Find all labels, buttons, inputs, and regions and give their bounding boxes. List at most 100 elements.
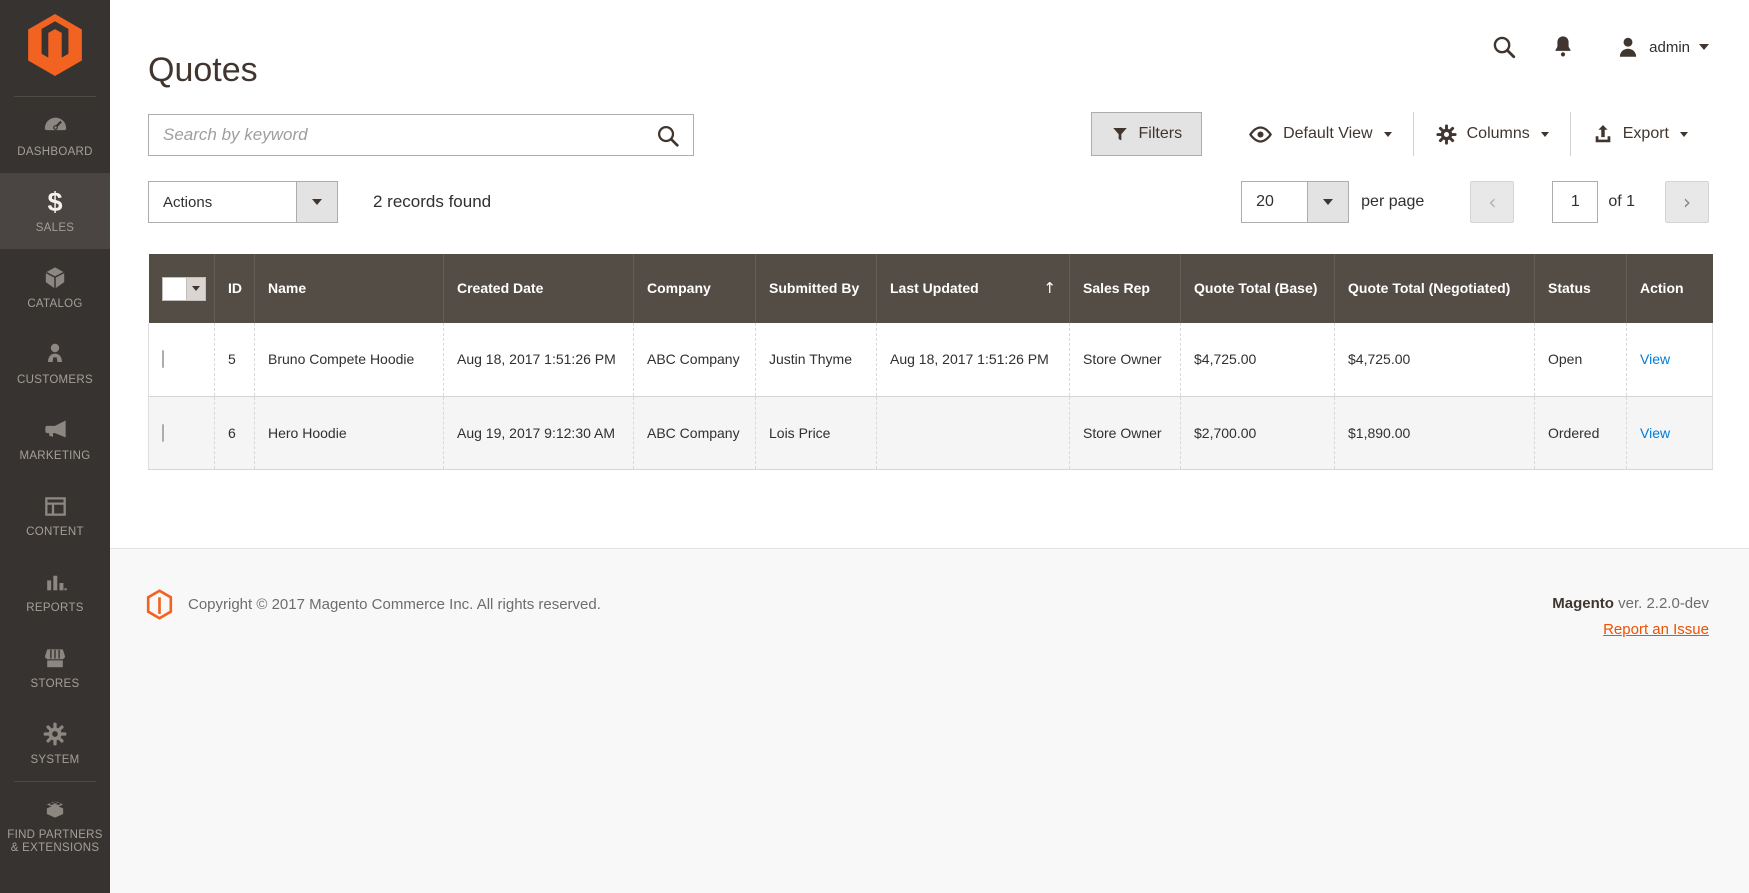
sidebar-item-content[interactable]: CONTENT	[0, 477, 110, 553]
copyright-text: Copyright © 2017 Magento Commerce Inc. A…	[188, 596, 601, 613]
row-checkbox[interactable]	[162, 423, 164, 442]
cell-quote-total-negotiated: $1,890.00	[1334, 396, 1535, 470]
search-input[interactable]	[149, 115, 693, 155]
column-header-quote-total-negotiated[interactable]: Quote Total (Negotiated)	[1334, 254, 1535, 323]
view-link[interactable]: View	[1640, 425, 1670, 441]
customers-icon	[43, 339, 67, 367]
chevron-down-icon	[1699, 44, 1709, 50]
column-header-action[interactable]: Action	[1626, 254, 1713, 323]
column-header-company[interactable]: Company	[633, 254, 756, 323]
sidebar-item-customers[interactable]: CUSTOMERS	[0, 325, 110, 401]
column-header-name[interactable]: Name	[254, 254, 444, 323]
cell-name: Bruno Compete Hoodie	[254, 323, 444, 397]
admin-sidebar: DASHBOARD $ SALES CATALOG CUSTOMERS MARK…	[0, 0, 110, 893]
sidebar-item-label: REPORTS	[26, 602, 84, 614]
export-icon	[1595, 125, 1611, 143]
sidebar-item-label: CATALOG	[27, 298, 83, 310]
sidebar-item-label: DASHBOARD	[17, 146, 93, 158]
column-header-status[interactable]: Status	[1534, 254, 1627, 323]
select-caret	[296, 182, 337, 222]
version-number: ver. 2.2.0-dev	[1618, 595, 1709, 612]
filters-label: Filters	[1138, 125, 1183, 142]
column-header-submitted-by[interactable]: Submitted By	[755, 254, 877, 323]
sidebar-item-label: CUSTOMERS	[17, 374, 93, 386]
cell-company: ABC Company	[633, 396, 756, 470]
content-icon	[43, 491, 68, 519]
table-row: 6 Hero Hoodie Aug 19, 2017 9:12:30 AM AB…	[148, 396, 1713, 470]
view-link[interactable]: View	[1640, 351, 1670, 367]
column-header-quote-total-base[interactable]: Quote Total (Base)	[1180, 254, 1335, 323]
sort-ascending-icon: ↑	[1043, 279, 1056, 297]
cell-status: Ordered	[1534, 396, 1627, 470]
notifications-bell-icon[interactable]	[1551, 34, 1575, 60]
report-issue-link[interactable]: Report an Issue	[1603, 621, 1709, 638]
reports-icon	[43, 567, 68, 595]
table-row: 5 Bruno Compete Hoodie Aug 18, 2017 1:51…	[148, 323, 1713, 397]
column-header-label: Last Updated	[890, 280, 979, 296]
select-all-checkbox[interactable]	[161, 276, 206, 301]
columns-selector[interactable]: Columns	[1412, 112, 1570, 156]
per-page-select[interactable]: 20	[1241, 181, 1350, 223]
main-content: Quotes admin Filters Default View	[110, 0, 1749, 893]
cell-created-date: Aug 18, 2017 1:51:26 PM	[443, 323, 634, 397]
sidebar-item-label: STORES	[30, 678, 80, 690]
global-search-icon[interactable]	[1491, 34, 1517, 60]
previous-page-button[interactable]: ‹	[1470, 181, 1515, 223]
column-header-id[interactable]: ID	[214, 254, 255, 323]
sidebar-item-marketing[interactable]: MARKETING	[0, 401, 110, 477]
chevron-down-icon	[1680, 131, 1688, 137]
view-label: Default View	[1283, 125, 1373, 142]
cell-company: ABC Company	[633, 323, 756, 397]
chevron-left-icon: ‹	[1488, 190, 1497, 214]
admin-account-menu[interactable]: admin	[1615, 34, 1709, 60]
sidebar-item-sales[interactable]: $ SALES	[0, 173, 110, 249]
next-page-button[interactable]: ›	[1665, 181, 1709, 223]
cell-status: Open	[1534, 323, 1627, 397]
eye-icon	[1249, 125, 1273, 143]
find-partners-icon	[42, 794, 68, 822]
sidebar-item-catalog[interactable]: CATALOG	[0, 249, 110, 325]
cell-submitted-by: Lois Price	[755, 396, 877, 470]
filters-button[interactable]: Filters	[1090, 112, 1203, 156]
column-header-sales-rep[interactable]: Sales Rep	[1069, 254, 1181, 323]
sidebar-item-find-partners[interactable]: FIND PARTNERS & EXTENSIONS	[0, 782, 110, 866]
pagination: 20 per page ‹ of 1 ›	[1241, 181, 1709, 223]
cell-quote-total-base: $4,725.00	[1180, 323, 1335, 397]
per-page-label: per page	[1361, 193, 1425, 210]
actions-select[interactable]: Actions	[148, 181, 338, 223]
columns-label: Columns	[1466, 125, 1530, 142]
export-label: Export	[1622, 125, 1669, 142]
select-caret	[1307, 182, 1349, 222]
catalog-icon	[42, 263, 68, 291]
sidebar-item-reports[interactable]: REPORTS	[0, 553, 110, 629]
magento-logo-icon	[28, 14, 82, 76]
search-submit-icon[interactable]	[655, 123, 681, 149]
sidebar-item-dashboard[interactable]: DASHBOARD	[0, 97, 110, 173]
header-actions: admin	[1491, 34, 1709, 60]
cell-sales-rep: Store Owner	[1069, 396, 1181, 470]
page-footer: Copyright © 2017 Magento Commerce Inc. A…	[110, 548, 1749, 893]
sidebar-item-label: SYSTEM	[30, 754, 80, 766]
account-icon	[1620, 37, 1637, 57]
chevron-down-icon	[1540, 131, 1549, 137]
stores-icon	[42, 643, 68, 671]
cell-created-date: Aug 19, 2017 9:12:30 AM	[443, 396, 634, 470]
select-options-caret[interactable]	[185, 277, 205, 300]
view-selector[interactable]: Default View	[1226, 112, 1413, 156]
current-page-input[interactable]	[1552, 181, 1599, 223]
sidebar-item-system[interactable]: SYSTEM	[0, 705, 110, 781]
magento-logo[interactable]	[0, 0, 110, 96]
admin-username: admin	[1649, 38, 1690, 56]
sidebar-item-stores[interactable]: STORES	[0, 629, 110, 705]
column-header-created-date[interactable]: Created Date	[443, 254, 634, 323]
marketing-icon	[42, 415, 69, 443]
actions-select-value: Actions	[163, 193, 213, 211]
export-button[interactable]: Export	[1569, 112, 1709, 156]
grid-toolbar: Filters Default View Columns Export	[1090, 112, 1709, 156]
cell-last-updated	[876, 396, 1070, 470]
gear-icon	[1436, 123, 1457, 145]
cell-id: 6	[214, 396, 255, 470]
column-header-last-updated[interactable]: Last Updated ↑	[876, 254, 1070, 323]
grid-header-row: ID Name Created Date Company Submitted B…	[148, 254, 1713, 323]
row-checkbox[interactable]	[162, 350, 164, 369]
